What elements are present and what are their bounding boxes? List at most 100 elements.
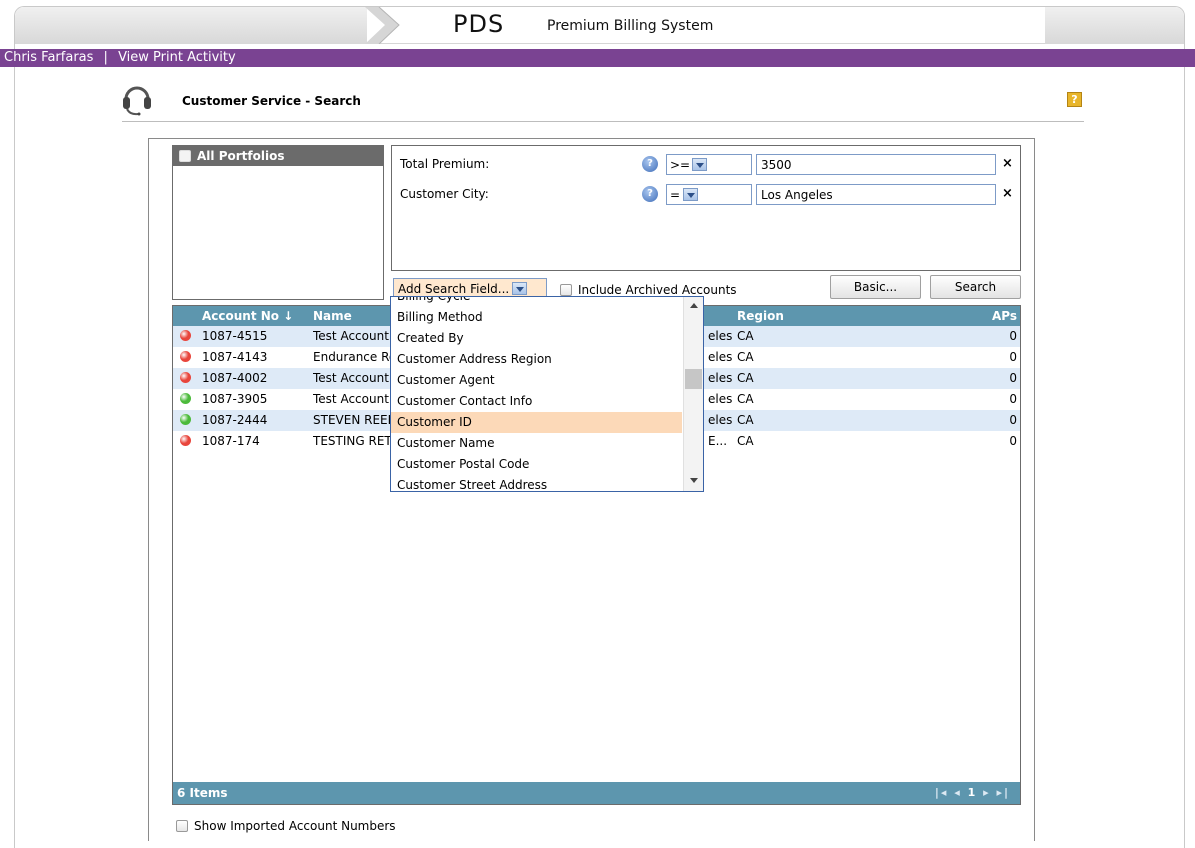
show-imported-option[interactable]: Show Imported Account Numbers <box>176 819 396 833</box>
aps-cell: 0 <box>1009 392 1017 406</box>
status-red-icon <box>180 372 191 383</box>
column-header-aps[interactable]: APs <box>992 309 1017 323</box>
criteria-row: Customer City: ? = Los Angeles × <box>392 182 1022 206</box>
basic-button[interactable]: Basic... <box>830 275 921 299</box>
dropdown-option[interactable]: Customer Name <box>391 433 682 454</box>
aps-cell: 0 <box>1009 329 1017 343</box>
dropdown-option[interactable]: Customer Contact Info <box>391 391 682 412</box>
account-no-header-label: Account No <box>202 309 280 323</box>
name-cell: Test Account <box>313 329 389 343</box>
dropdown-scrollbar[interactable] <box>683 297 703 491</box>
search-button[interactable]: Search <box>930 275 1021 299</box>
show-imported-checkbox[interactable] <box>176 820 188 832</box>
account-no-cell: 1087-3905 <box>202 392 268 406</box>
title-bar-right-tab <box>1045 7 1184 44</box>
account-no-cell: 1087-4515 <box>202 329 268 343</box>
remove-criteria-icon[interactable]: × <box>1002 186 1013 201</box>
title-bar: PDS Premium Billing System <box>15 7 1184 44</box>
operator-select[interactable]: = <box>666 184 752 205</box>
operator-select[interactable]: >= <box>666 154 752 175</box>
aps-cell: 0 <box>1009 434 1017 448</box>
city-cell: eles <box>708 350 733 364</box>
app-title: Premium Billing System <box>547 18 714 34</box>
chevron-down-icon[interactable] <box>692 158 707 171</box>
page-title: Customer Service - Search <box>182 94 361 108</box>
dropdown-option[interactable]: Customer Postal Code <box>391 454 682 475</box>
include-archived-label: Include Archived Accounts <box>578 283 737 297</box>
all-portfolios-label: All Portfolios <box>197 149 285 163</box>
status-green-icon <box>180 393 191 404</box>
scroll-down-arrow-icon[interactable] <box>690 478 698 483</box>
chevron-decoration-icon <box>365 7 400 44</box>
all-portfolios-checkbox[interactable] <box>179 150 191 162</box>
headset-icon <box>123 86 151 116</box>
include-archived-option[interactable]: Include Archived Accounts <box>560 283 737 297</box>
account-no-cell: 1087-4002 <box>202 371 268 385</box>
region-cell: CA <box>737 329 754 343</box>
status-red-icon <box>180 435 191 446</box>
include-archived-checkbox[interactable] <box>560 284 572 296</box>
criteria-label: Total Premium: <box>400 157 490 171</box>
last-page-icon[interactable]: ▸| <box>996 786 1010 799</box>
city-cell: eles <box>708 371 733 385</box>
title-bar-left-tab <box>15 7 367 44</box>
city-cell: eles <box>708 413 733 427</box>
user-name-link[interactable]: Chris Farfaras <box>4 50 93 65</box>
next-page-icon[interactable]: ▸ <box>983 786 991 799</box>
pds-logo: PDS <box>453 10 505 38</box>
region-cell: CA <box>737 413 754 427</box>
column-header-account-no[interactable]: Account No ↓ <box>202 309 293 323</box>
operator-value: >= <box>670 158 691 172</box>
name-cell: STEVEN REED <box>313 413 397 427</box>
criteria-label: Customer City: <box>400 187 489 201</box>
status-red-icon <box>180 330 191 341</box>
account-no-cell: 1087-2444 <box>202 413 268 427</box>
dropdown-option[interactable]: Customer Street Address <box>391 475 682 491</box>
dropdown-option[interactable]: Billing Method <box>391 307 682 328</box>
items-count: 6 Items <box>177 786 228 800</box>
criteria-value-input[interactable]: Los Angeles <box>756 184 996 205</box>
remove-criteria-icon[interactable]: × <box>1002 156 1013 171</box>
aps-cell: 0 <box>1009 413 1017 427</box>
dropdown-option[interactable]: Customer ID <box>391 412 682 433</box>
help-icon[interactable]: ? <box>1067 92 1082 107</box>
account-no-cell: 1087-4143 <box>202 350 268 364</box>
dropdown-option[interactable]: Customer Address Region <box>391 349 682 370</box>
chevron-down-icon[interactable] <box>683 188 698 201</box>
criteria-help-icon[interactable]: ? <box>642 186 658 202</box>
status-red-icon <box>180 351 191 362</box>
aps-cell: 0 <box>1009 371 1017 385</box>
aps-cell: 0 <box>1009 350 1017 364</box>
user-bar: Chris Farfaras | View Print Activity <box>0 49 1195 67</box>
column-header-region[interactable]: Region <box>737 309 784 323</box>
portfolio-list-header: All Portfolios <box>173 146 383 166</box>
name-cell: Test Account <box>313 392 389 406</box>
city-cell: eles <box>708 329 733 343</box>
prev-page-icon[interactable]: ◂ <box>954 786 962 799</box>
dropdown-option[interactable]: Created By <box>391 328 682 349</box>
current-page[interactable]: 1 <box>968 786 978 799</box>
pager: |◂ ◂ 1 ▸ ▸| <box>935 786 1010 799</box>
scroll-up-arrow-icon[interactable] <box>690 303 698 308</box>
city-cell: E... <box>708 434 728 448</box>
operator-value: = <box>670 188 681 202</box>
region-cell: CA <box>737 392 754 406</box>
column-header-name[interactable]: Name <box>313 309 352 323</box>
page-header: Customer Service - Search ? <box>122 82 1084 122</box>
add-search-field-label: Add Search Field... <box>398 282 510 296</box>
name-cell: Test Account <box>313 371 389 385</box>
add-search-field-dropdown[interactable]: Billing Cycle Billing Method Created By Cus… <box>390 296 704 492</box>
criteria-value-input[interactable]: 3500 <box>756 154 996 175</box>
chevron-down-icon[interactable] <box>512 282 527 295</box>
region-cell: CA <box>737 371 754 385</box>
grid-footer: 6 Items |◂ ◂ 1 ▸ ▸| <box>173 782 1020 804</box>
dropdown-option[interactable]: Customer Agent <box>391 370 682 391</box>
first-page-icon[interactable]: |◂ <box>935 786 949 799</box>
scroll-thumb[interactable] <box>685 369 702 389</box>
criteria-help-icon[interactable]: ? <box>642 156 658 172</box>
dropdown-option[interactable]: Billing Cycle <box>391 297 682 307</box>
region-cell: CA <box>737 434 754 448</box>
region-cell: CA <box>737 350 754 364</box>
criteria-row: Total Premium: ? >= 3500 × <box>392 152 1022 176</box>
view-print-activity-link[interactable]: View Print Activity <box>118 50 236 65</box>
